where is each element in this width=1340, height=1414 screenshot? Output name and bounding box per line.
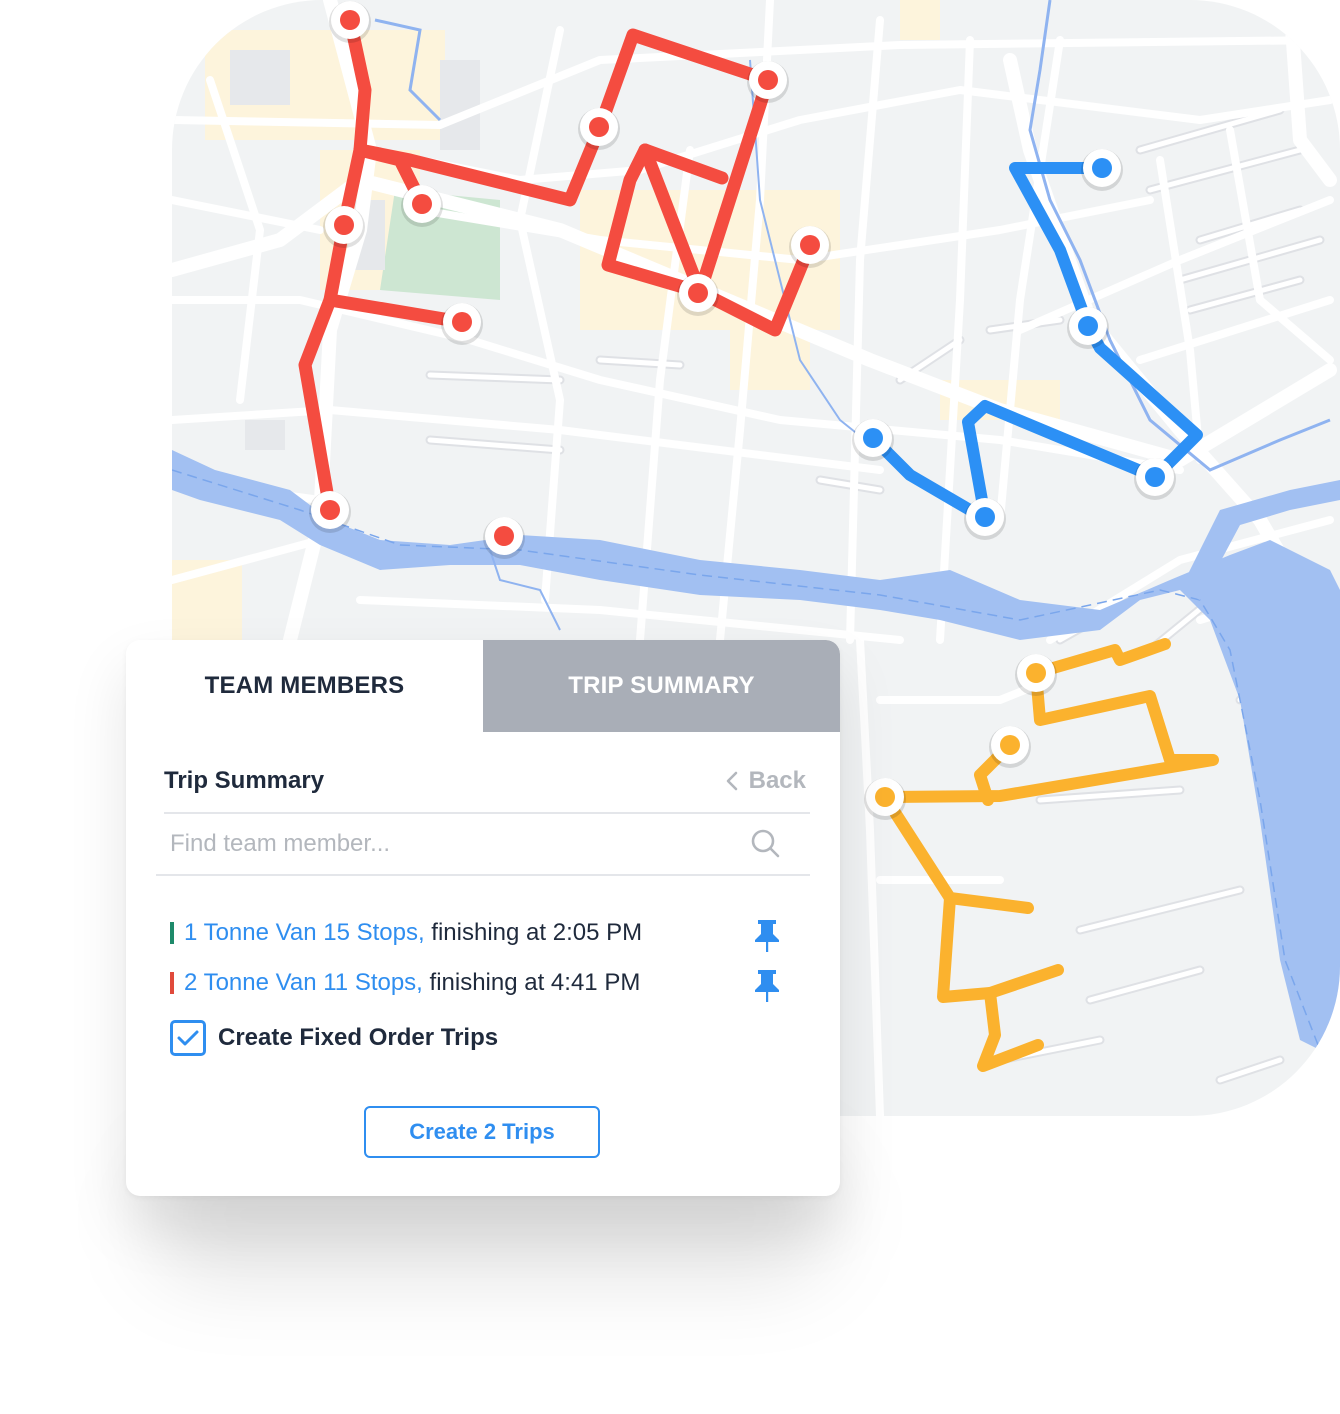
trip-name-link[interactable]: 1 Tonne Van 15 Stops, bbox=[184, 919, 425, 947]
create-trips-button[interactable]: Create 2 Trips bbox=[364, 1106, 600, 1158]
stop-marker[interactable] bbox=[864, 778, 906, 820]
stop-marker[interactable] bbox=[329, 1, 371, 43]
route-yellow[interactable] bbox=[879, 638, 1219, 1072]
stop-marker[interactable] bbox=[747, 61, 789, 103]
trip-finish-time: finishing at 4:41 PM bbox=[422, 969, 641, 996]
trip-color-bar bbox=[170, 922, 174, 944]
search-bar bbox=[156, 814, 810, 876]
stop-marker[interactable] bbox=[989, 726, 1031, 768]
tab-team-members[interactable]: TEAM MEMBERS bbox=[126, 640, 483, 732]
fixed-order-option: Create Fixed Order Trips bbox=[170, 1020, 498, 1056]
panel-title: Trip Summary bbox=[164, 767, 325, 794]
pushpin-icon[interactable] bbox=[752, 918, 782, 954]
stop-marker[interactable] bbox=[852, 419, 894, 461]
stop-marker[interactable] bbox=[964, 498, 1006, 540]
stop-marker[interactable] bbox=[578, 108, 620, 150]
trip-finish-time: finishing at 2:05 PM bbox=[424, 919, 643, 946]
panel-header: Trip Summary Back bbox=[164, 750, 810, 814]
tab-trip-summary[interactable]: TRIP SUMMARY bbox=[483, 640, 840, 732]
pushpin-icon[interactable] bbox=[752, 968, 782, 1004]
trip-name-link[interactable]: 2 Tonne Van 11 Stops, bbox=[184, 969, 423, 997]
trip-list: 1 Tonne Van 15 Stops, finishing at 2:05 … bbox=[170, 908, 810, 1008]
trip-item: 1 Tonne Van 15 Stops, finishing at 2:05 … bbox=[170, 908, 810, 958]
checkmark-icon bbox=[177, 1030, 199, 1046]
stop-marker[interactable] bbox=[1067, 307, 1109, 349]
stop-marker[interactable] bbox=[309, 491, 351, 533]
tab-bar: TEAM MEMBERS TRIP SUMMARY bbox=[126, 640, 840, 732]
stop-marker[interactable] bbox=[1081, 149, 1123, 191]
stop-marker[interactable] bbox=[1015, 654, 1057, 696]
fixed-order-label: Create Fixed Order Trips bbox=[218, 1024, 499, 1051]
chevron-left-icon bbox=[726, 771, 737, 791]
back-button[interactable]: Back bbox=[725, 767, 806, 795]
stop-marker[interactable] bbox=[401, 185, 443, 227]
stop-marker[interactable] bbox=[1134, 458, 1176, 500]
back-label: Back bbox=[748, 767, 806, 794]
stop-marker[interactable] bbox=[677, 274, 719, 316]
stop-marker[interactable] bbox=[441, 303, 483, 345]
stop-marker[interactable] bbox=[483, 517, 525, 559]
search-icon[interactable] bbox=[750, 828, 782, 860]
stop-marker[interactable] bbox=[789, 226, 831, 268]
trip-summary-panel: TEAM MEMBERS TRIP SUMMARY Trip Summary B… bbox=[126, 640, 840, 1196]
trip-item: 2 Tonne Van 11 Stops, finishing at 4:41 … bbox=[170, 958, 810, 1008]
trip-color-bar bbox=[170, 972, 174, 994]
stop-marker[interactable] bbox=[323, 206, 365, 248]
fixed-order-checkbox[interactable] bbox=[170, 1020, 206, 1056]
find-team-member-input[interactable] bbox=[156, 829, 732, 859]
